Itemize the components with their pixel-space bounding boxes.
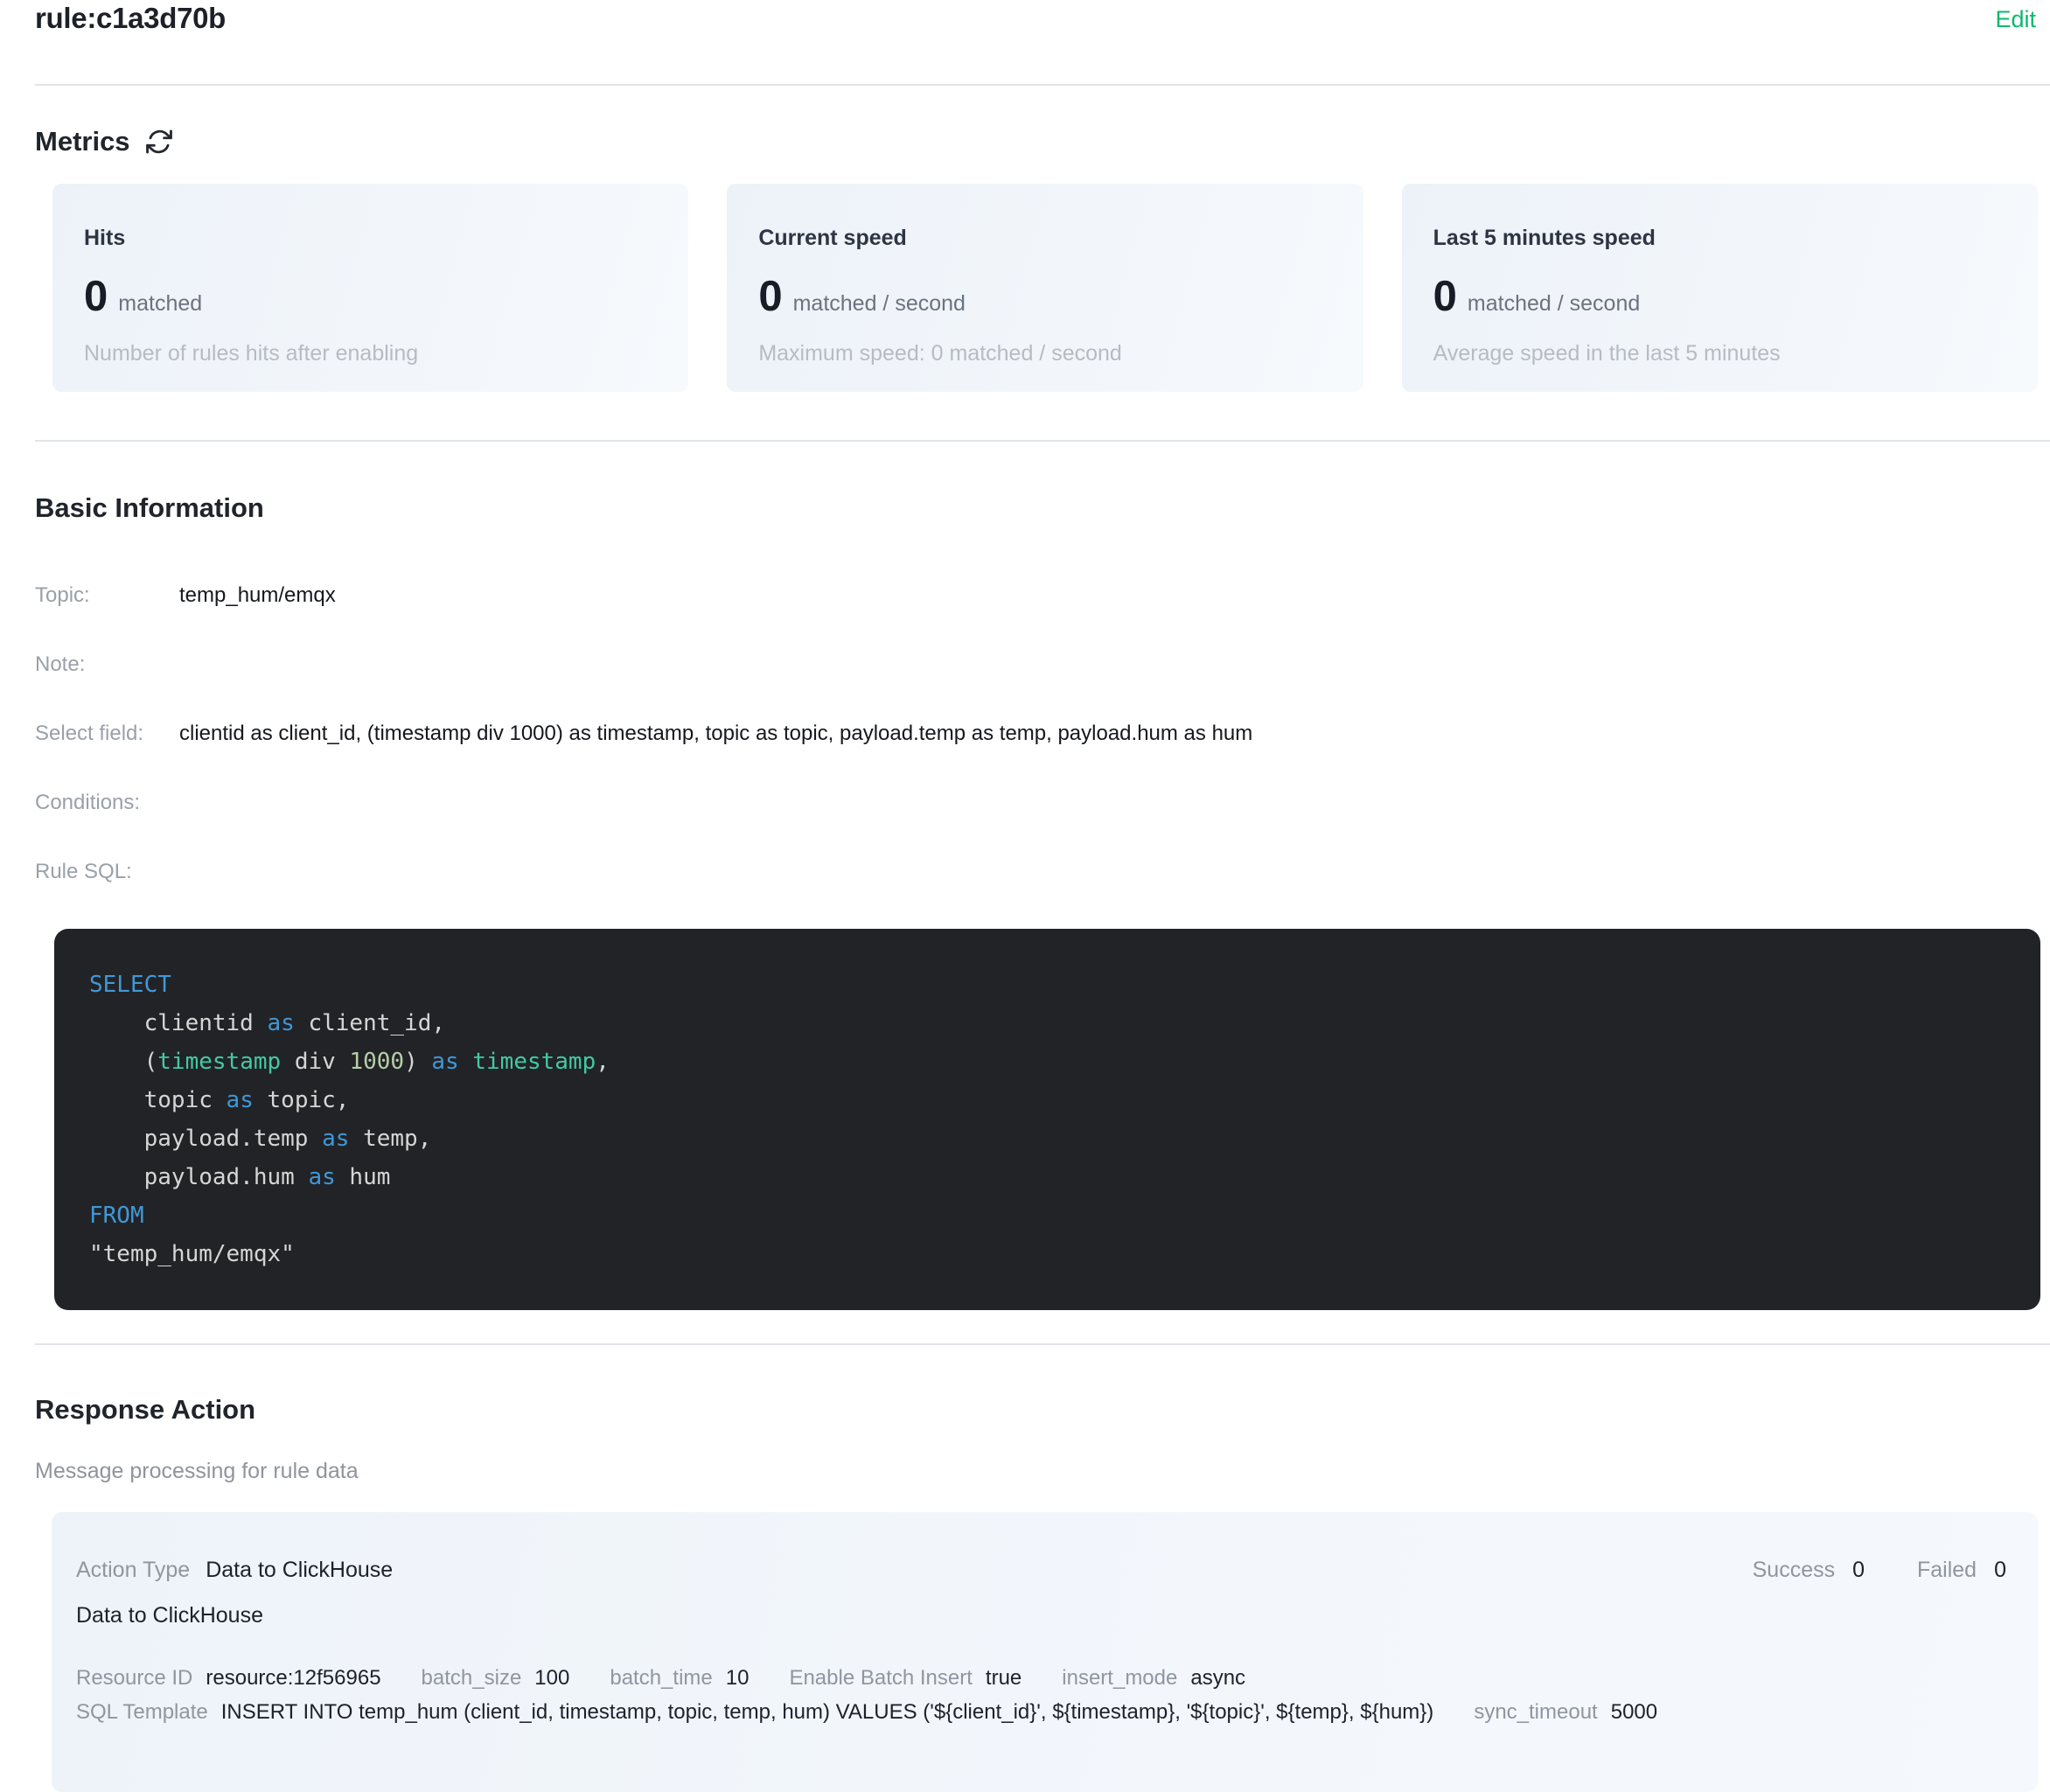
attr-value: 100 <box>534 1665 569 1691</box>
sql-code: SELECT clientid as client_id, (timestamp… <box>89 966 2005 1273</box>
info-value <box>179 860 214 884</box>
page-header: rule:c1a3d70b Edit <box>0 0 2050 37</box>
action-type-value: Data to ClickHouse <box>206 1558 393 1583</box>
basic-info-heading: Basic Information <box>35 492 2050 524</box>
code-line: "temp_hum/emqx" <box>89 1235 2005 1273</box>
failed-label: Failed <box>1917 1558 1977 1583</box>
response-action-card: Action Type Data to ClickHouse Success 0… <box>52 1512 2038 1792</box>
action-stats: Success 0 Failed 0 <box>1753 1558 2006 1583</box>
divider <box>35 84 2050 86</box>
info-label: Rule SQL: <box>35 860 179 884</box>
card-value: 0 <box>758 272 782 321</box>
attr-label: batch_time <box>610 1665 712 1691</box>
attr-value: async <box>1190 1665 1245 1691</box>
action-name: Data to ClickHouse <box>76 1603 2006 1628</box>
action-attr-pair: Resource ID resource:12f56965 <box>76 1665 381 1691</box>
card-title: Last 5 minutes speed <box>1433 226 2006 251</box>
action-attr-pair: sync_timeout 5000 <box>1474 1699 1657 1726</box>
basic-info-rows: Topic: temp_hum/emqx Note: Select field:… <box>35 583 2050 884</box>
action-attr-row: Resource ID resource:12f56965 batch_size 10… <box>76 1665 2006 1691</box>
attr-label: Resource ID <box>76 1665 192 1691</box>
action-attr-pair: batch_size 100 <box>422 1665 570 1691</box>
attr-label: sync_timeout <box>1474 1699 1597 1726</box>
card-title: Hits <box>84 226 657 251</box>
card-description: Number of rules hits after enabling <box>84 341 657 366</box>
info-label: Select field: <box>35 722 179 746</box>
info-row-select-field: Select field: clientid as client_id, (ti… <box>35 722 2050 746</box>
card-description: Average speed in the last 5 minutes <box>1433 341 2006 366</box>
response-action-heading: Response Action <box>35 1394 2050 1426</box>
metric-card-hits: Hits 0 matched Number of rules hits afte… <box>52 184 688 392</box>
card-title: Current speed <box>758 226 1331 251</box>
action-attr-pair: Enable Batch Insert true <box>789 1665 1022 1691</box>
refresh-icon[interactable] <box>144 127 174 157</box>
card-unit: matched / second <box>1468 291 1640 317</box>
code-line: SELECT <box>89 966 2005 1004</box>
action-type-label: Action Type <box>76 1558 190 1583</box>
info-value: temp_hum/emqx <box>179 583 371 608</box>
attr-value: true <box>986 1665 1022 1691</box>
metric-card-last5-speed: Last 5 minutes speed 0 matched / second … <box>1402 184 2038 392</box>
page-title: rule:c1a3d70b <box>35 2 226 35</box>
metric-card-current-speed: Current speed 0 matched / second Maximum… <box>727 184 1363 392</box>
response-action-subtitle: Message processing for rule data <box>35 1459 2050 1484</box>
card-unit: matched <box>118 291 202 317</box>
attr-value: resource:12f56965 <box>206 1665 380 1691</box>
info-value <box>179 652 214 677</box>
attr-label: batch_size <box>422 1665 522 1691</box>
metrics-heading: Metrics <box>35 126 2050 157</box>
action-attr-rows: Resource ID resource:12f56965 batch_size 10… <box>76 1665 2006 1726</box>
action-attr-row: SQL Template INSERT INTO temp_hum (client… <box>76 1699 2006 1726</box>
edit-link[interactable]: Edit <box>1995 2 2036 37</box>
success-label: Success <box>1753 1558 1835 1583</box>
info-label: Topic: <box>35 583 179 608</box>
card-value: 0 <box>1433 272 1457 321</box>
info-row-note: Note: <box>35 652 2050 677</box>
metrics-heading-label: Metrics <box>35 126 130 157</box>
info-label: Note: <box>35 652 179 677</box>
info-row-conditions: Conditions: <box>35 791 2050 815</box>
code-line: clientid as client_id, <box>89 1004 2005 1042</box>
metrics-cards: Hits 0 matched Number of rules hits afte… <box>52 184 2038 392</box>
code-line: (timestamp div 1000) as timestamp, <box>89 1042 2005 1081</box>
failed-stat: Failed 0 <box>1917 1558 2006 1583</box>
card-description: Maximum speed: 0 matched / second <box>758 341 1331 366</box>
action-attr-pair: insert_mode async <box>1062 1665 1245 1691</box>
code-line: payload.temp as temp, <box>89 1119 2005 1158</box>
rule-sql-code-block: SELECT clientid as client_id, (timestamp… <box>54 929 2040 1310</box>
divider <box>35 1343 2050 1345</box>
code-line: payload.hum as hum <box>89 1158 2005 1196</box>
action-attr-pair: SQL Template INSERT INTO temp_hum (client… <box>76 1699 1433 1726</box>
divider <box>35 440 2050 442</box>
info-row-rule-sql: Rule SQL: <box>35 860 2050 884</box>
code-line: FROM <box>89 1196 2005 1235</box>
success-value: 0 <box>1852 1558 1865 1583</box>
info-row-topic: Topic: temp_hum/emqx <box>35 583 2050 608</box>
info-value: clientid as client_id, (timestamp div 10… <box>179 722 1287 746</box>
info-label: Conditions: <box>35 791 179 815</box>
action-attr-pair: batch_time 10 <box>610 1665 749 1691</box>
attr-value: 10 <box>726 1665 750 1691</box>
failed-value: 0 <box>1994 1558 2006 1583</box>
card-value: 0 <box>84 272 108 321</box>
attr-label: SQL Template <box>76 1699 208 1726</box>
attr-label: insert_mode <box>1062 1665 1177 1691</box>
code-line: topic as topic, <box>89 1081 2005 1119</box>
success-stat: Success 0 <box>1753 1558 1865 1583</box>
attr-value: 5000 <box>1611 1699 1657 1726</box>
attr-label: Enable Batch Insert <box>789 1665 972 1691</box>
card-unit: matched / second <box>793 291 966 317</box>
attr-value: INSERT INTO temp_hum (client_id, timesta… <box>221 1699 1434 1726</box>
action-type: Action Type Data to ClickHouse <box>76 1558 393 1583</box>
info-value <box>179 791 214 815</box>
